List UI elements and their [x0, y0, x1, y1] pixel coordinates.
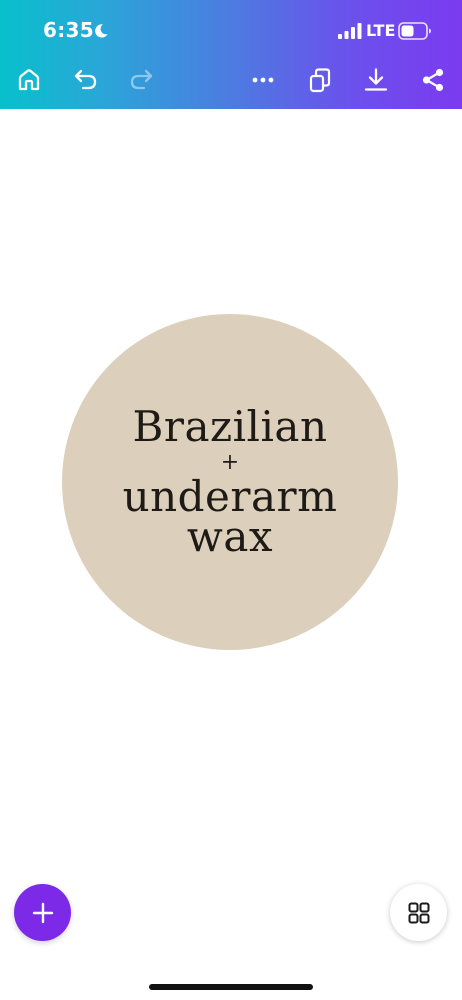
design-canvas[interactable]: Brazilian + underarm wax — [0, 109, 462, 1000]
design-text-line-1[interactable]: Brazilian — [62, 402, 398, 451]
pages-icon — [309, 68, 331, 93]
status-time: 6:35 — [43, 18, 94, 42]
share-button[interactable] — [415, 62, 451, 98]
grid-icon — [408, 902, 429, 923]
undo-button[interactable] — [68, 62, 104, 98]
add-element-button[interactable] — [14, 884, 71, 941]
home-icon — [18, 69, 40, 91]
home-button[interactable] — [11, 62, 47, 98]
redo-button[interactable] — [123, 62, 159, 98]
battery-icon — [398, 22, 431, 40]
download-icon — [364, 68, 388, 91]
download-button[interactable] — [358, 62, 394, 98]
editor-toolbar — [0, 58, 462, 104]
editor-header: 6:35 LTE — [0, 0, 462, 109]
share-icon — [422, 68, 444, 92]
cellular-signal-icon — [338, 23, 362, 39]
status-bar: 6:35 LTE — [0, 0, 462, 60]
page-grid-button[interactable] — [390, 884, 447, 941]
redo-icon — [130, 69, 153, 90]
pages-button[interactable] — [302, 62, 338, 98]
more-icon — [252, 77, 274, 83]
more-button[interactable] — [245, 62, 281, 98]
home-indicator[interactable] — [149, 984, 313, 990]
moon-icon — [95, 24, 108, 38]
design-text-line-4[interactable]: wax — [62, 512, 398, 561]
design-circle-shape[interactable]: Brazilian + underarm wax — [62, 314, 398, 650]
network-type: LTE — [366, 21, 396, 40]
undo-icon — [74, 69, 97, 90]
plus-icon — [32, 902, 53, 923]
